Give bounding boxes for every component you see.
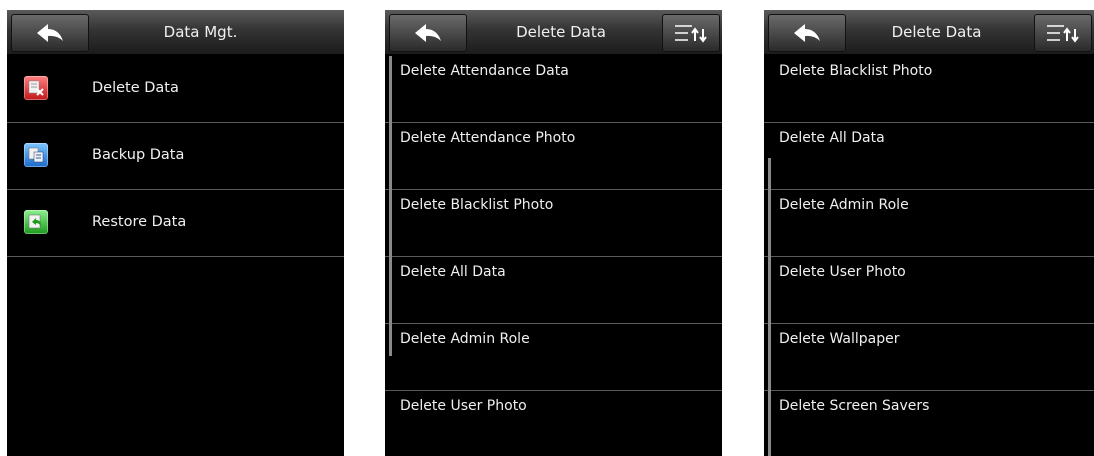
sort-icon bbox=[1047, 25, 1079, 43]
backup-data-icon bbox=[24, 143, 48, 167]
list-item[interactable]: Delete User Photo bbox=[764, 257, 1094, 324]
back-button[interactable] bbox=[768, 14, 846, 52]
menu-list: Delete Data Backup Data Restore Data bbox=[7, 56, 344, 257]
scrollbar[interactable] bbox=[768, 158, 771, 456]
menu-item-delete-data[interactable]: Delete Data bbox=[7, 56, 344, 123]
list-item[interactable]: Delete Blacklist Photo bbox=[385, 190, 722, 257]
list-item[interactable]: Delete Screen Savers bbox=[764, 391, 1094, 456]
list-item-label: Delete User Photo bbox=[400, 398, 527, 414]
data-mgt-screen: Data Mgt. Delete Data Backup Data Restor… bbox=[7, 10, 344, 456]
menu-item-backup-data[interactable]: Backup Data bbox=[7, 123, 344, 190]
page-title: Data Mgt. bbox=[163, 23, 238, 41]
list-item-label: Delete User Photo bbox=[779, 264, 906, 280]
list-item[interactable]: Delete Wallpaper bbox=[764, 324, 1094, 391]
list-item-label: Delete All Data bbox=[779, 130, 885, 146]
scrollbar[interactable] bbox=[389, 56, 392, 356]
list-item[interactable]: Delete User Photo bbox=[385, 391, 722, 456]
delete-data-screen: Delete Data Delete Attendance Data Delet… bbox=[385, 10, 722, 456]
menu-item-label: Delete Data bbox=[92, 80, 179, 96]
delete-data-icon bbox=[24, 76, 48, 100]
title-bar: Delete Data bbox=[385, 10, 722, 55]
list-item-label: Delete Admin Role bbox=[400, 331, 530, 347]
back-arrow-icon bbox=[415, 24, 441, 42]
list-item-label: Delete Admin Role bbox=[779, 197, 909, 213]
list-item-label: Delete Blacklist Photo bbox=[779, 63, 933, 79]
list-item-label: Delete Blacklist Photo bbox=[400, 197, 554, 213]
delete-data-screen-scrolled: Delete Data Delete Blacklist Photo Delet… bbox=[764, 10, 1094, 456]
back-button[interactable] bbox=[11, 14, 89, 52]
restore-data-icon bbox=[24, 210, 48, 234]
page-title: Delete Data bbox=[516, 23, 606, 41]
page-title: Delete Data bbox=[891, 23, 982, 41]
list-item[interactable]: Delete Admin Role bbox=[385, 324, 722, 391]
list-item[interactable]: Delete All Data bbox=[764, 123, 1094, 190]
sort-button[interactable] bbox=[1034, 14, 1092, 52]
list-item-label: Delete Wallpaper bbox=[779, 331, 900, 347]
menu-item-label: Backup Data bbox=[92, 147, 185, 163]
list-item[interactable]: Delete All Data bbox=[385, 257, 722, 324]
title-bar: Data Mgt. bbox=[7, 10, 344, 55]
delete-options-list: Delete Blacklist Photo Delete All Data D… bbox=[764, 56, 1094, 456]
list-item-label: Delete All Data bbox=[400, 264, 506, 280]
list-item-label: Delete Attendance Photo bbox=[400, 130, 576, 146]
list-item[interactable]: Delete Admin Role bbox=[764, 190, 1094, 257]
back-arrow-icon bbox=[794, 24, 820, 42]
back-arrow-icon bbox=[37, 24, 63, 42]
back-button[interactable] bbox=[389, 14, 467, 52]
list-item[interactable]: Delete Blacklist Photo bbox=[764, 56, 1094, 123]
sort-icon bbox=[675, 25, 707, 43]
sort-button[interactable] bbox=[662, 14, 720, 52]
list-item[interactable]: Delete Attendance Data bbox=[385, 56, 722, 123]
list-item-label: Delete Attendance Data bbox=[400, 63, 569, 79]
menu-item-label: Restore Data bbox=[92, 214, 187, 230]
list-item-label: Delete Screen Savers bbox=[779, 398, 930, 414]
delete-options-list: Delete Attendance Data Delete Attendance… bbox=[385, 56, 722, 456]
list-item[interactable]: Delete Attendance Photo bbox=[385, 123, 722, 190]
title-bar: Delete Data bbox=[764, 10, 1094, 55]
menu-item-restore-data[interactable]: Restore Data bbox=[7, 190, 344, 257]
